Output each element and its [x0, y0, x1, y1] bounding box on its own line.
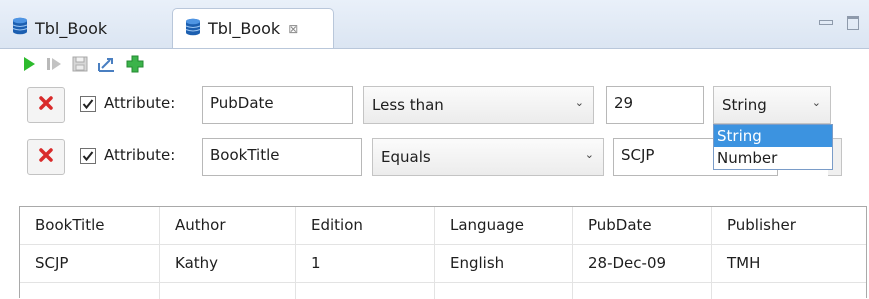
column-header[interactable]: PubDate [573, 207, 712, 244]
operator-select[interactable]: Less than ⌄ [363, 86, 594, 124]
dropdown-option-string[interactable]: String [714, 125, 832, 147]
operator-select[interactable]: Equals ⌄ [372, 138, 604, 176]
database-icon [12, 17, 28, 39]
results-table: BookTitle Author Edition Language PubDat… [19, 206, 867, 299]
attribute-label: Attribute: [104, 94, 176, 112]
operator-value: Equals [381, 148, 431, 166]
add-filter-icon[interactable] [126, 55, 144, 77]
chevron-down-icon: ⌄ [811, 96, 821, 109]
table-cell-empty [160, 283, 296, 299]
attribute-label: Attribute: [104, 146, 176, 164]
type-dropdown-list: String Number [713, 124, 833, 170]
save-icon[interactable] [72, 56, 88, 76]
column-header[interactable]: Language [435, 207, 573, 244]
table-cell-empty [296, 283, 435, 299]
delete-filter-button[interactable] [27, 139, 65, 175]
editor-tab-bar: Tbl_Book Tbl_Book ⊠ [0, 0, 869, 49]
maximize-icon[interactable] [847, 16, 859, 30]
table-cell: Kathy [160, 245, 296, 282]
chevron-down-icon: ⌄ [584, 148, 594, 161]
column-header[interactable]: Author [160, 207, 296, 244]
table-row-empty [20, 283, 866, 299]
attribute-field[interactable]: BookTitle [202, 138, 362, 176]
table-cell: 28-Dec-09 [573, 245, 712, 282]
toolbar [22, 55, 144, 77]
chevron-down-icon: ⌄ [574, 96, 584, 109]
column-header[interactable]: Edition [296, 207, 435, 244]
table-header-row: BookTitle Author Edition Language PubDat… [20, 207, 866, 245]
export-icon[interactable] [98, 56, 116, 76]
filter-enabled-checkbox[interactable] [80, 148, 96, 164]
table-row[interactable]: SCJP Kathy 1 English 28-Dec-09 TMH [20, 245, 866, 283]
operator-value: Less than [372, 96, 444, 114]
tab-tbl-book-1[interactable]: Tbl_Book [0, 8, 168, 48]
column-header[interactable]: BookTitle [20, 207, 160, 244]
table-cell-empty [712, 283, 867, 299]
delete-x-icon [38, 147, 54, 167]
window-controls [819, 16, 859, 30]
delete-x-icon [38, 95, 54, 115]
run-icon[interactable] [22, 56, 36, 76]
dropdown-option-number[interactable]: Number [714, 147, 832, 169]
value-field[interactable]: 29 [606, 86, 704, 124]
delete-filter-button[interactable] [27, 87, 65, 123]
table-cell: TMH [727, 254, 761, 272]
run-step-icon[interactable] [46, 56, 62, 76]
table-cell: English [435, 245, 573, 282]
filter-row: Attribute: PubDate Less than ⌄ 29 String… [0, 86, 869, 124]
table-cell: SCJP [20, 245, 160, 282]
table-cell-empty [20, 283, 160, 299]
minimize-icon[interactable] [819, 20, 833, 25]
column-header[interactable]: Publisher [712, 207, 867, 244]
tab-tbl-book-2[interactable]: Tbl_Book ⊠ [172, 8, 334, 48]
table-cell-empty [573, 283, 712, 299]
table-cell-empty [435, 283, 573, 299]
type-select[interactable]: String ⌄ [713, 86, 831, 124]
type-value: String [722, 96, 767, 114]
tab-label: Tbl_Book [208, 19, 281, 38]
table-cell: 1 [296, 245, 435, 282]
filter-enabled-checkbox[interactable] [80, 96, 96, 112]
close-icon[interactable]: ⊠ [288, 22, 298, 36]
tab-label: Tbl_Book [35, 18, 108, 38]
attribute-field[interactable]: PubDate [202, 86, 353, 124]
database-icon [185, 18, 201, 40]
